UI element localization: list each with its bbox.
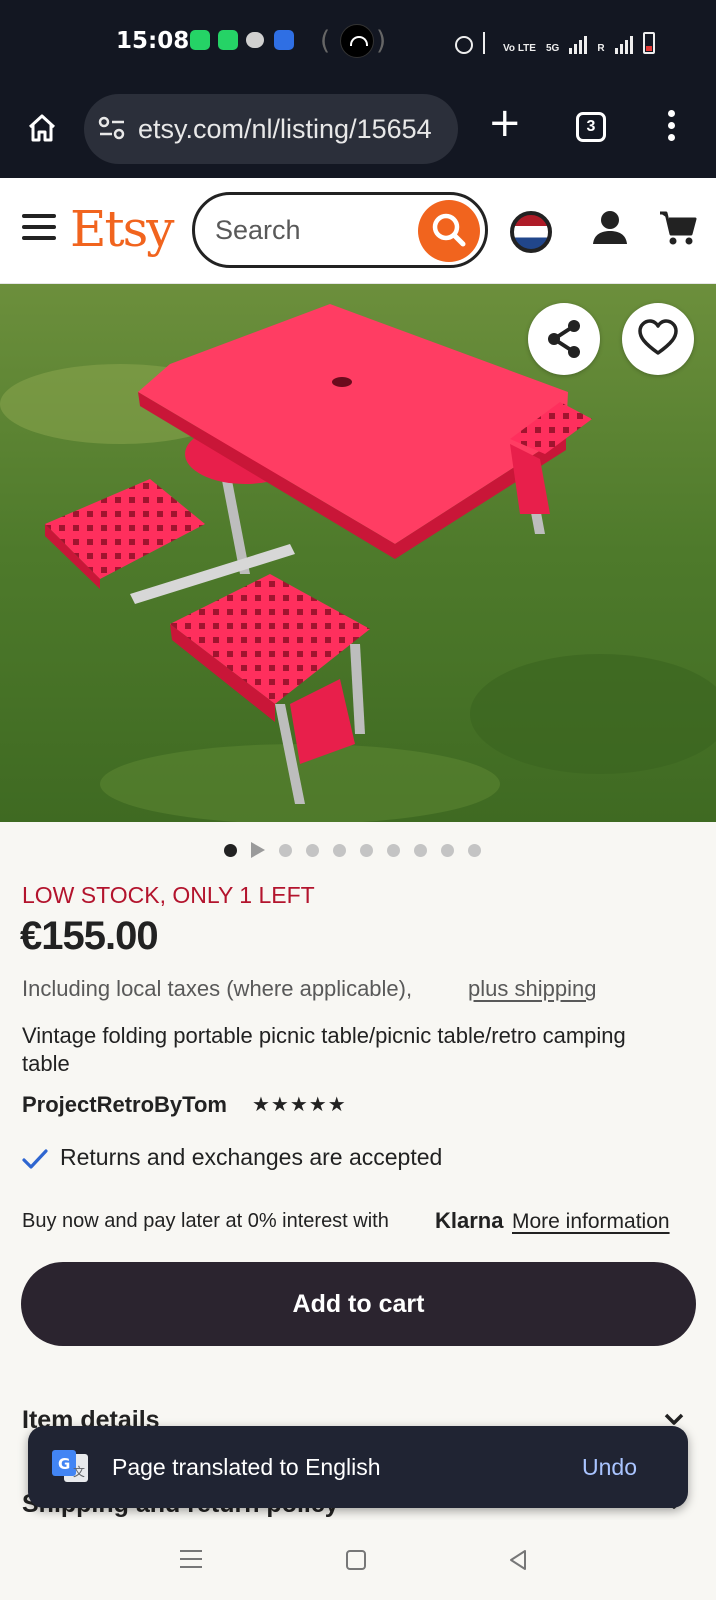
roaming-label: R (597, 43, 605, 54)
browser-menu-icon[interactable] (668, 110, 676, 142)
toast-message: Page translated to English (112, 1454, 381, 1480)
check-icon (22, 1149, 48, 1169)
share-icon (548, 320, 580, 358)
region-flag-icon[interactable] (510, 211, 552, 253)
chat-bubble-icon (246, 32, 264, 48)
returns-policy-text: Returns and exchanges are accepted (60, 1144, 443, 1170)
carousel-video-indicator[interactable] (251, 842, 265, 858)
home-nav-icon[interactable] (346, 1550, 366, 1570)
cart-icon[interactable] (658, 208, 698, 248)
search-icon (432, 213, 466, 247)
tab-switcher-button[interactable]: 3 (576, 112, 606, 142)
home-icon[interactable] (26, 112, 58, 144)
signal-icon (569, 36, 588, 54)
svg-text:文: 文 (73, 1464, 85, 1479)
hotspot-bracket-right-icon: ) (376, 26, 387, 56)
carousel-dot[interactable] (414, 843, 427, 857)
new-tab-icon[interactable]: + (488, 103, 522, 143)
status-icons: Vo LTE 5G R (455, 26, 655, 54)
carousel-dot[interactable] (306, 843, 319, 857)
add-to-cart-button[interactable]: Add to cart (21, 1262, 696, 1346)
user-icon[interactable] (590, 208, 630, 248)
google-translate-icon: G 文 (52, 1450, 88, 1482)
rating-stars[interactable]: ★★★★★ (252, 1092, 347, 1116)
product-photo (0, 284, 716, 822)
hotspot-icon (340, 24, 374, 58)
bluetooth-icon (483, 32, 493, 54)
stock-notice: LOW STOCK, ONLY 1 LEFT (22, 882, 315, 908)
etsy-logo[interactable]: Etsy (70, 200, 174, 258)
alarm-icon (455, 36, 473, 54)
share-button[interactable] (528, 303, 600, 375)
network-type-label: 5G (545, 43, 560, 54)
heart-icon (638, 319, 678, 355)
status-bar: 15:08 ( ) Vo LTE 5G R (0, 0, 716, 84)
shipping-link[interactable]: plus shipping (468, 976, 596, 1002)
back-icon[interactable] (506, 1548, 530, 1572)
search-box (192, 192, 488, 268)
recents-icon[interactable] (180, 1550, 202, 1570)
chevron-down-icon[interactable] (664, 1412, 684, 1426)
hamburger-menu-icon[interactable] (22, 214, 56, 240)
browser-toolbar: etsy.com/nl/listing/15654 + 3 (0, 84, 716, 178)
carousel-dot[interactable] (333, 843, 346, 857)
site-header: Etsy (0, 178, 716, 284)
address-bar[interactable]: etsy.com/nl/listing/15654 (84, 94, 458, 164)
klarna-more-info-link[interactable]: More information (512, 1210, 670, 1234)
site-settings-icon[interactable] (98, 116, 126, 140)
klarna-text: Buy now and pay later at 0% interest wit… (22, 1210, 389, 1232)
volte-label: Vo LTE (503, 43, 536, 54)
svg-text:G: G (58, 1455, 70, 1473)
carousel-dot[interactable] (387, 843, 400, 857)
shop-name-link[interactable]: ProjectRetroByTom (22, 1092, 227, 1118)
carousel-dot[interactable] (224, 843, 237, 857)
carousel-dot[interactable] (468, 843, 481, 857)
system-nav-bar (0, 1520, 716, 1600)
carousel-dot[interactable] (279, 843, 292, 857)
translation-toast: G 文 Page translated to English Undo (28, 1426, 688, 1508)
klarna-logo: Klarna (435, 1208, 504, 1233)
battery-icon (642, 32, 655, 54)
app-notification-icon (274, 30, 294, 50)
listing-title: Vintage folding portable picnic table/pi… (22, 1023, 626, 1076)
search-input[interactable] (215, 215, 395, 245)
undo-button[interactable]: Undo (582, 1454, 637, 1481)
search-button[interactable] (418, 200, 480, 262)
carousel-dot[interactable] (360, 843, 373, 857)
hotspot-bracket-left-icon: ( (320, 26, 331, 56)
carousel-dots (224, 842, 481, 858)
product-image[interactable] (0, 284, 716, 822)
signal-2-icon (614, 36, 633, 54)
favorite-button[interactable] (622, 303, 694, 375)
whatsapp-icon (190, 30, 210, 50)
status-time: 15:08 (116, 28, 190, 54)
whatsapp-business-icon (218, 30, 238, 50)
url-text: etsy.com/nl/listing/15654 (138, 114, 432, 144)
price: €155.00 (20, 914, 159, 958)
tax-note: Including local taxes (where applicable)… (22, 976, 413, 1001)
carousel-dot[interactable] (441, 843, 454, 857)
